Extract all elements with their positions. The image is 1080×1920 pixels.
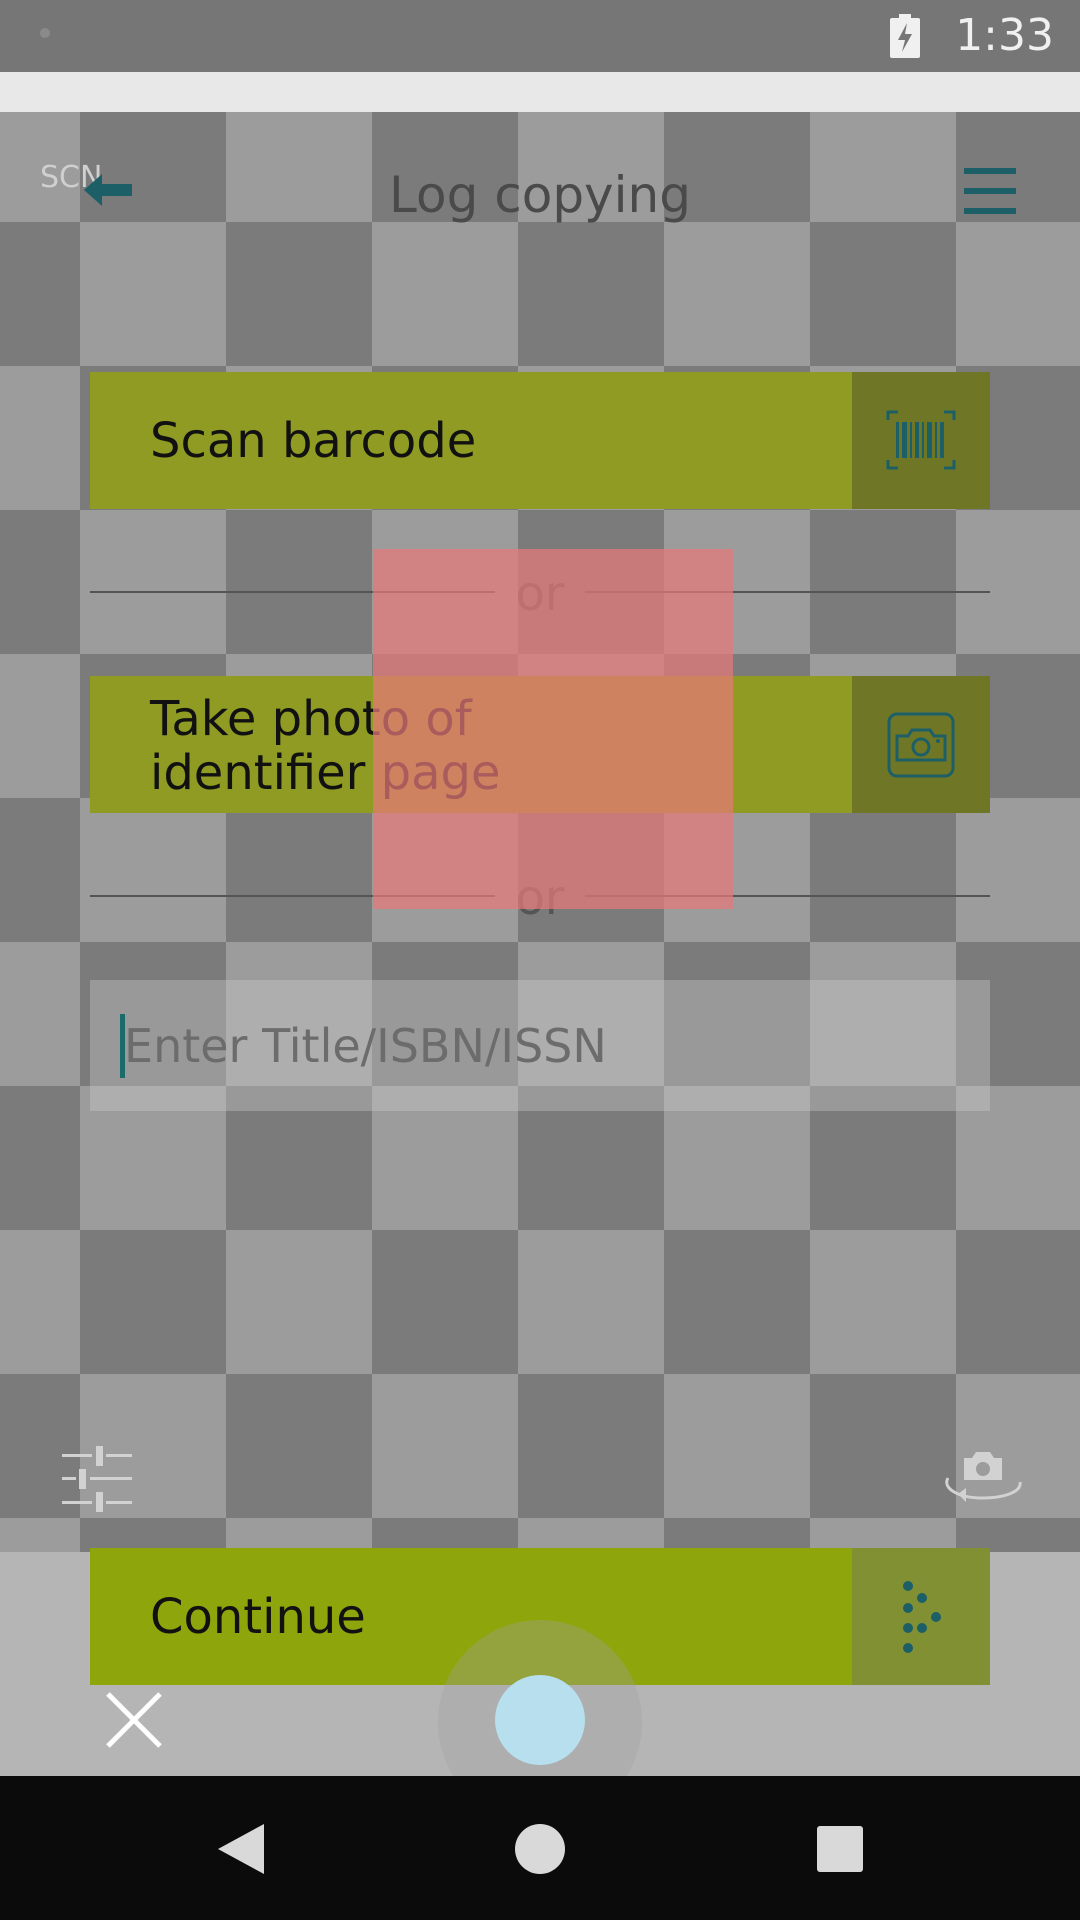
camera-icon <box>887 712 955 778</box>
switch-camera-icon[interactable] <box>938 1448 1026 1510</box>
search-placeholder: Enter Title/ISBN/ISSN <box>124 1019 607 1073</box>
nav-home-icon[interactable] <box>515 1824 565 1874</box>
status-time: 1:33 <box>955 10 1054 61</box>
toolbar-strip <box>0 72 1080 112</box>
dots-arrow-icon <box>903 1581 941 1653</box>
continue-label: Continue <box>150 1589 366 1645</box>
battery-charging-icon <box>890 14 920 58</box>
close-icon[interactable] <box>104 1690 164 1750</box>
search-input[interactable]: Enter Title/ISBN/ISSN <box>90 980 990 1111</box>
red-overlay <box>373 549 733 909</box>
nav-recents-icon[interactable] <box>817 1826 863 1872</box>
barcode-icon-area[interactable] <box>852 372 990 509</box>
camera-icon-area[interactable] <box>852 676 990 813</box>
continue-icon-area[interactable] <box>852 1548 990 1685</box>
scan-barcode-button[interactable]: Scan barcode <box>90 372 990 509</box>
page-title: Log copying <box>389 166 691 224</box>
shutter-button[interactable] <box>495 1675 585 1765</box>
barcode-icon <box>886 410 956 470</box>
scan-barcode-label: Scan barcode <box>150 413 477 469</box>
nav-back-icon[interactable] <box>214 1822 266 1876</box>
hamburger-menu-icon[interactable] <box>962 164 1018 218</box>
sliders-icon[interactable] <box>62 1446 132 1512</box>
notification-dot-icon <box>40 28 50 38</box>
